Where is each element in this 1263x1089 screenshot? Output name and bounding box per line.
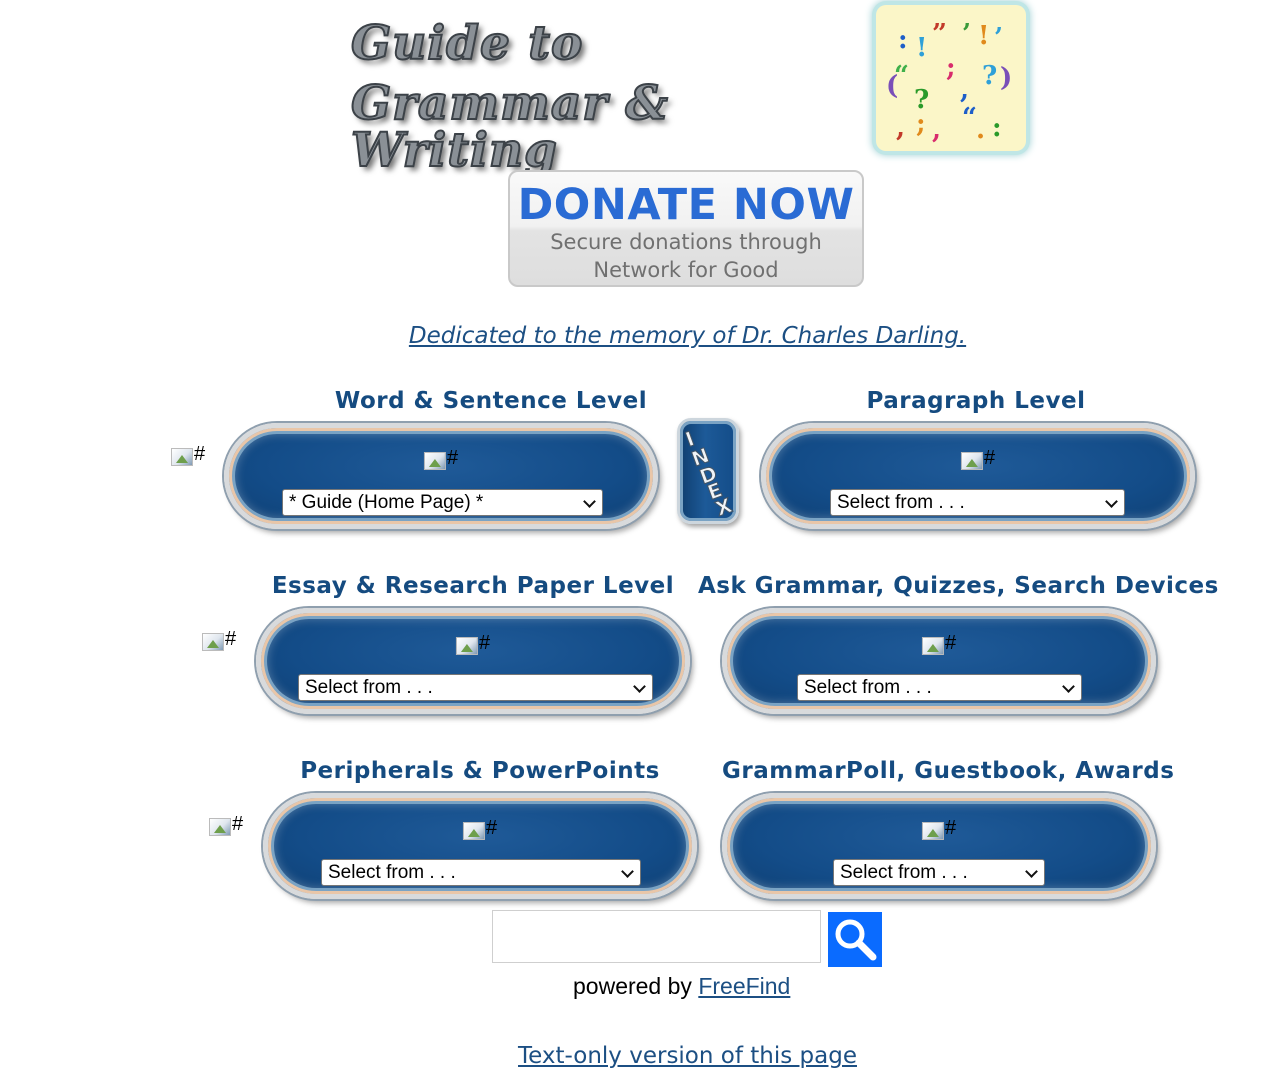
image-alt-text: # xyxy=(944,632,957,654)
chevron-down-icon xyxy=(1062,680,1075,693)
heading-ask-grammar: Ask Grammar, Quizzes, Search Devices xyxy=(698,573,1219,599)
image-alt-text: # xyxy=(194,443,206,465)
broken-image-icon: # xyxy=(209,813,243,836)
image-placeholder-icon xyxy=(462,822,485,840)
pill-image: # xyxy=(455,632,491,655)
image-alt-text: # xyxy=(225,628,237,650)
punct-mark: : xyxy=(992,113,1002,143)
punct-mark: ” xyxy=(932,19,947,49)
punct-mark: ! xyxy=(916,33,928,63)
punct-mark: ( xyxy=(886,71,899,101)
image-placeholder-icon xyxy=(423,452,446,470)
punct-mark: ? xyxy=(982,61,998,91)
search-icon xyxy=(835,919,877,961)
image-alt-text: # xyxy=(478,632,491,654)
select-value: Select from . . . xyxy=(328,862,456,883)
pill-image: # xyxy=(462,817,498,840)
chevron-down-icon xyxy=(1105,495,1118,508)
image-placeholder-icon xyxy=(921,822,944,840)
site-search-input[interactable] xyxy=(492,910,821,963)
powered-by: powered by FreeFind xyxy=(573,973,790,1000)
nav-pill-ask-grammar: # Select from . . . xyxy=(722,608,1156,714)
broken-image-icon: # xyxy=(171,443,205,466)
nav-pill-peripherals: # Select from . . . xyxy=(263,793,697,899)
select-value: Select from . . . xyxy=(804,677,932,698)
nav-pill-paragraph: # Select from . . . xyxy=(761,423,1195,529)
image-placeholder-icon xyxy=(455,637,478,655)
image-alt-text: # xyxy=(944,817,957,839)
nav-pill-word-sentence: # * Guide (Home Page) * xyxy=(224,423,658,529)
select-grammarpoll[interactable]: Select from . . . xyxy=(833,859,1045,886)
select-essay-research[interactable]: Select from . . . xyxy=(298,674,653,701)
image-alt-text: # xyxy=(485,817,498,839)
pill-image: # xyxy=(921,632,957,655)
image-placeholder-icon xyxy=(171,448,193,466)
select-value: Select from . . . xyxy=(837,492,965,513)
heading-paragraph: Paragraph Level xyxy=(866,388,1086,414)
image-placeholder-icon xyxy=(921,637,944,655)
punct-mark: ; xyxy=(916,109,926,139)
powered-by-text: powered by xyxy=(573,973,699,999)
heading-essay-research: Essay & Research Paper Level xyxy=(271,573,675,599)
select-value: Select from . . . xyxy=(840,862,968,883)
punct-mark: , xyxy=(960,75,970,105)
logo-line-2: Grammar & Writing xyxy=(350,76,669,178)
image-placeholder-icon xyxy=(960,452,983,470)
index-button[interactable]: I N D E X xyxy=(677,418,739,524)
image-alt-text: # xyxy=(446,447,459,469)
punct-mark: ’ xyxy=(994,23,1004,53)
donate-title: DONATE NOW xyxy=(517,180,855,230)
donate-subtitle-1: Secure donations through xyxy=(550,230,822,254)
nav-pill-essay-research: # Select from . . . xyxy=(256,608,690,714)
pill-image: # xyxy=(960,447,996,470)
index-letter: X xyxy=(712,493,736,521)
text-only-version-link[interactable]: Text-only version of this page xyxy=(0,1043,1263,1069)
punct-mark: “ xyxy=(962,103,977,133)
punct-mark: . xyxy=(976,115,986,145)
select-word-sentence[interactable]: * Guide (Home Page) * xyxy=(282,489,603,516)
donate-now-button[interactable]: DONATE NOW Secure donations through Netw… xyxy=(508,170,864,287)
punct-mark: , xyxy=(932,115,942,145)
donate-subtitle-2: Network for Good xyxy=(593,258,779,282)
heading-peripherals: Peripherals & PowerPoints xyxy=(300,758,660,784)
punct-mark: ; xyxy=(946,53,956,83)
heading-word-sentence: Word & Sentence Level xyxy=(334,388,648,414)
pill-image: # xyxy=(423,447,459,470)
punct-mark: ’ xyxy=(962,19,972,49)
chevron-down-icon xyxy=(583,495,596,508)
heading-grammarpoll: GrammarPoll, Guestbook, Awards xyxy=(722,758,1175,784)
select-value: Select from . . . xyxy=(305,677,433,698)
select-ask-grammar[interactable]: Select from . . . xyxy=(797,674,1082,701)
punct-mark: : xyxy=(898,25,908,55)
logo-line-1: Guide to xyxy=(350,16,584,71)
site-logo[interactable]: Guide to Grammar & Writing xyxy=(345,10,860,175)
broken-image-icon: # xyxy=(202,628,236,651)
chevron-down-icon xyxy=(633,680,646,693)
chevron-down-icon xyxy=(1025,865,1038,878)
freefind-link[interactable]: FreeFind xyxy=(698,973,790,999)
image-alt-text: # xyxy=(232,813,244,835)
punct-mark: ! xyxy=(978,21,990,51)
image-placeholder-icon xyxy=(209,818,231,836)
dedication-link[interactable]: Dedicated to the memory of Dr. Charles D… xyxy=(0,323,1263,349)
select-peripherals[interactable]: Select from . . . xyxy=(321,859,641,886)
search-button[interactable] xyxy=(828,912,882,967)
chevron-down-icon xyxy=(621,865,634,878)
pill-image: # xyxy=(921,817,957,840)
image-placeholder-icon xyxy=(202,633,224,651)
select-paragraph[interactable]: Select from . . . xyxy=(830,489,1125,516)
punct-mark: ) xyxy=(1000,63,1013,93)
select-value: * Guide (Home Page) * xyxy=(289,492,484,513)
punct-mark: , xyxy=(896,113,906,143)
nav-pill-grammarpoll: # Select from . . . xyxy=(722,793,1156,899)
punctuation-logo: : ! ” ’ ! ’ “ ; ? ( ) ? , “ , : , ; . xyxy=(876,5,1026,151)
image-alt-text: # xyxy=(983,447,996,469)
